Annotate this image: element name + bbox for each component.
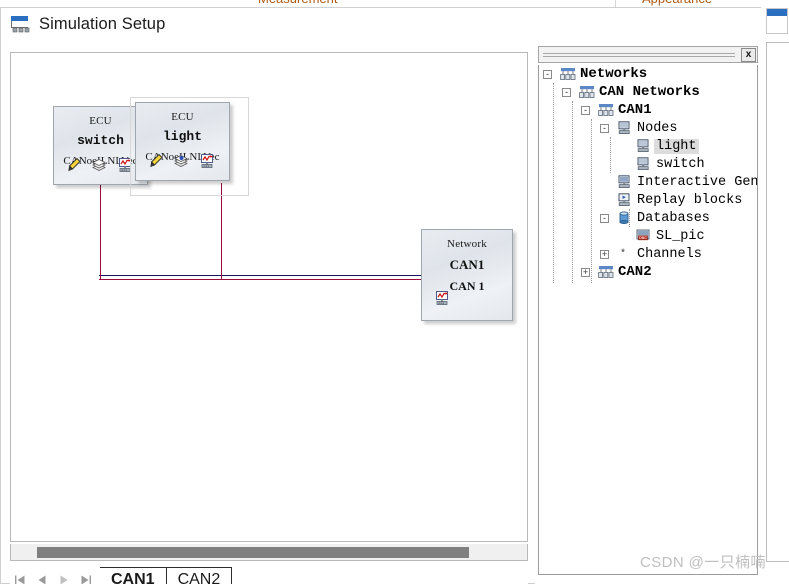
tree-node-nodes[interactable]: - Nodes [539, 119, 757, 137]
dbc-file-icon: DBC [636, 229, 652, 243]
next-icon[interactable] [58, 574, 70, 584]
prev-icon[interactable] [36, 574, 48, 584]
tree-rows: - Networks - CAN Networks - CAN1- Nodes light sw… [539, 65, 757, 281]
wire-light-join [221, 275, 222, 280]
network-name-label: CAN1 [449, 257, 485, 272]
tree-node-label: Databases [637, 210, 710, 226]
sheet-nav-buttons [10, 568, 92, 584]
watermark: CSDN @一只楠喃 [640, 554, 766, 571]
tree-node-interactive-gen[interactable]: Interactive Gen [539, 173, 757, 191]
database-icon [617, 211, 633, 225]
right-dock-side-panel[interactable] [766, 42, 789, 562]
block-type-label: ECU [171, 111, 194, 123]
tree-node-switch[interactable]: switch [539, 155, 757, 173]
expand-icon[interactable]: + [581, 267, 590, 277]
collapse-icon[interactable]: - [562, 87, 571, 97]
network-bus-icon [598, 265, 614, 279]
wire-switch-join [100, 275, 101, 280]
networks-tree[interactable]: - Networks - CAN Networks - CAN1- Nodes light sw… [538, 65, 758, 575]
tree-node-label: Interactive Gen [637, 174, 758, 190]
tree-node-label: Nodes [637, 120, 678, 136]
canvas-horizontal-scrollbar[interactable] [10, 544, 528, 561]
tree-node-label: switch [656, 156, 705, 172]
ribbon-tab-strip: Measurement Appearance [0, 0, 789, 8]
node-icon [617, 121, 633, 135]
block-ecu-light[interactable]: ECU light CANoeILNLVec [135, 102, 230, 181]
monitor-icon[interactable] [434, 291, 450, 311]
collapse-icon[interactable]: - [600, 213, 609, 223]
block-type-label: Network [447, 238, 487, 250]
wire-switch-drop [100, 183, 101, 278]
ribbon-separator [615, 0, 616, 7]
bus-line-lower [99, 279, 439, 280]
networks-tree-panel: x - Networks - CAN Networks - CAN1- Nodes light… [535, 8, 761, 584]
tree-node-can-networks[interactable]: - CAN Networks [539, 83, 757, 101]
pencil-icon[interactable] [150, 153, 163, 174]
monitor-icon[interactable] [199, 154, 215, 174]
tab-can1[interactable]: CAN1 [100, 567, 167, 584]
generator-icon [617, 175, 633, 189]
right-dock-accent [767, 9, 787, 16]
block-name-label: light [162, 129, 202, 144]
tree-node-networks[interactable]: - Networks [539, 65, 757, 83]
sheet-tabs: CAN1 CAN2 [100, 567, 233, 584]
bus-line-upper [99, 275, 439, 276]
simulation-setup-icon [10, 15, 32, 33]
tree-node-databases[interactable]: - Databases [539, 209, 757, 227]
replay-icon [617, 193, 633, 207]
ribbon-tab-measurement[interactable]: Measurement [258, 0, 337, 6]
tab-can1-label: CAN1 [111, 571, 155, 584]
tree-node-label: SL_pic [656, 228, 705, 244]
network-bus-icon [579, 85, 595, 99]
tree-node-label: Channels [637, 246, 702, 262]
svg-text:*: * [620, 248, 626, 259]
tree-node-replay-blocks[interactable]: Replay blocks [539, 191, 757, 209]
tree-node-channels[interactable]: + * Channels [539, 245, 757, 263]
tree-panel-close-button[interactable]: x [741, 47, 756, 62]
network-bus-icon [560, 67, 576, 81]
tree-node-label: Replay blocks [637, 192, 743, 208]
pencil-icon[interactable] [68, 157, 81, 178]
last-icon[interactable] [80, 574, 92, 584]
simulation-canvas[interactable]: ECU switch CANoeILNLVec [10, 52, 528, 542]
tree-panel-toolbar: x [538, 46, 758, 63]
stack-icon[interactable] [92, 158, 106, 178]
tree-node-label: Networks [580, 66, 648, 82]
expand-icon[interactable]: + [600, 249, 609, 259]
tree-node-can1[interactable]: - CAN1 [539, 101, 757, 119]
svg-text:DBC: DBC [639, 236, 647, 240]
tree-node-label: CAN2 [618, 264, 652, 280]
collapse-icon[interactable]: - [581, 105, 590, 115]
network-bus-icon [598, 103, 614, 117]
tree-node-light[interactable]: light [539, 137, 757, 155]
wire-light-drop [221, 183, 222, 278]
collapse-icon[interactable]: - [600, 123, 609, 133]
ribbon-tab-appearance[interactable]: Appearance [642, 0, 712, 6]
node-icon [636, 139, 652, 153]
tree-toolbar-grip [541, 51, 741, 59]
tree-node-label: CAN Networks [599, 84, 700, 100]
window-title: Simulation Setup [39, 14, 166, 33]
node-icon [636, 157, 652, 171]
tree-node-sl-pic[interactable]: DBC SL_pic [539, 227, 757, 245]
right-dock-sliver [761, 0, 789, 584]
tree-node-label: CAN1 [618, 102, 652, 118]
block-icon-row [136, 153, 229, 174]
tree-node-can2[interactable]: + CAN2 [539, 263, 757, 281]
scrollbar-thumb[interactable] [37, 547, 469, 558]
tree-node-label: light [654, 138, 699, 154]
channels-icon: * [617, 247, 633, 261]
collapse-icon[interactable]: - [543, 69, 552, 79]
tab-can2[interactable]: CAN2 [166, 567, 233, 584]
sheet-tab-strip: CAN1 CAN2 [10, 565, 528, 584]
simulation-setup-window: Measurement Appearance Simulation Setup [0, 0, 789, 584]
first-icon[interactable] [14, 574, 26, 584]
tab-can2-label: CAN2 [177, 571, 221, 584]
block-network-can1[interactable]: Network CAN1 CAN 1 [421, 229, 513, 321]
stack-icon[interactable] [174, 154, 188, 174]
